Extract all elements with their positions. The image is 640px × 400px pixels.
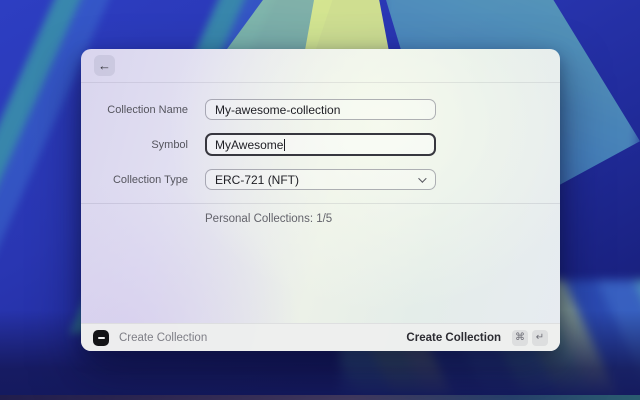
symbol-input[interactable]: MyAwesome xyxy=(205,133,436,156)
footer-app-label: Create Collection xyxy=(119,332,207,344)
symbol-value: MyAwesome xyxy=(215,138,283,152)
wallpaper-bottom-edge xyxy=(0,395,640,400)
form-row-collection-type: Collection Type ERC-721 (NFT) xyxy=(81,169,560,190)
symbol-label: Symbol xyxy=(81,139,188,151)
create-collection-window: ← Collection Name My-awesome-collection … xyxy=(81,49,560,351)
chevron-down-icon xyxy=(418,174,426,182)
form-row-collection-name: Collection Name My-awesome-collection xyxy=(81,99,560,120)
dash-glyph xyxy=(98,337,105,339)
window-footer: Create Collection Create Collection ⌘ ↵ xyxy=(81,323,560,351)
back-button[interactable]: ← xyxy=(94,55,115,76)
form-row-symbol: Symbol MyAwesome xyxy=(81,133,560,156)
collection-form: Collection Name My-awesome-collection Sy… xyxy=(81,83,560,225)
return-key-icon: ↵ xyxy=(532,330,548,346)
back-arrow-icon: ← xyxy=(98,59,111,72)
collection-name-input[interactable]: My-awesome-collection xyxy=(205,99,436,120)
footer-right: Create Collection ⌘ ↵ xyxy=(406,330,548,346)
personal-collections-count: Personal Collections: 1/5 xyxy=(81,204,560,225)
create-collection-extension-icon xyxy=(93,330,109,346)
window-header: ← xyxy=(81,49,560,83)
collection-type-label: Collection Type xyxy=(81,174,188,186)
window-body: Collection Name My-awesome-collection Sy… xyxy=(81,83,560,351)
create-collection-action-button[interactable]: Create Collection xyxy=(406,332,501,344)
collection-type-dropdown[interactable]: ERC-721 (NFT) xyxy=(205,169,436,190)
text-caret xyxy=(284,139,285,151)
collection-name-label: Collection Name xyxy=(81,104,188,116)
footer-left: Create Collection xyxy=(93,330,207,346)
collection-name-value: My-awesome-collection xyxy=(215,103,340,117)
command-key-icon: ⌘ xyxy=(512,330,528,346)
collection-type-value: ERC-721 (NFT) xyxy=(215,173,299,187)
